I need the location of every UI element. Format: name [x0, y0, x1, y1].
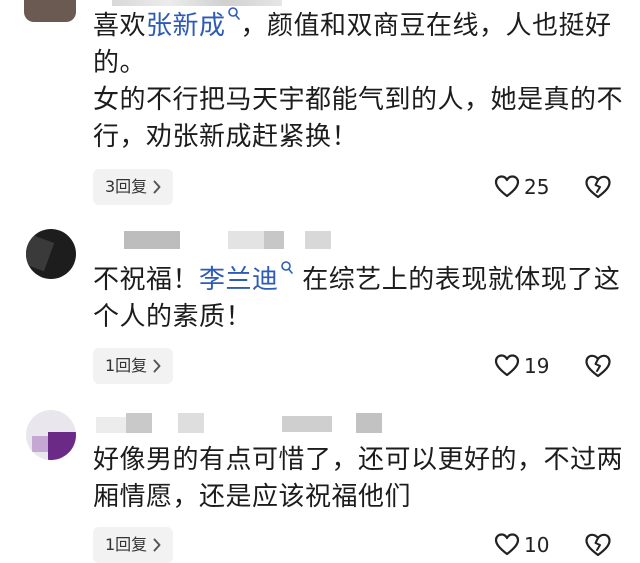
blurred-username [96, 417, 126, 433]
blurred-username [356, 413, 382, 433]
comment-text-segment: 不祝福！ [93, 265, 200, 295]
comment-text-line: 行，劝张新成赶紧换！ [93, 122, 359, 152]
broken-heart-icon [585, 175, 611, 199]
comment-text: 好像男的有点可惜了，还可以更好的，不过两 厢情愿，还是应该祝福他们 [93, 442, 623, 516]
reply-label: 1回复 [105, 535, 148, 554]
comment-text-segment: ，颜值和双商豆在线，人也挺好 [240, 11, 612, 41]
mention-name: 张新成 [146, 11, 226, 41]
heart-icon [494, 354, 520, 377]
broken-heart-icon [585, 533, 611, 557]
dislike-button[interactable] [584, 174, 614, 204]
chevron-right-icon [153, 538, 161, 552]
comment-text: 不祝福！李兰迪 在综艺上的表现就体现了这 个人的素质！ [93, 261, 620, 336]
like-button[interactable]: 19 [494, 351, 556, 381]
reply-button[interactable]: 3回复 [93, 169, 174, 205]
like-button[interactable]: 10 [494, 530, 556, 560]
like-count: 25 [524, 175, 550, 199]
like-count: 19 [524, 354, 550, 378]
comment-text-line: 个人的素质！ [93, 302, 253, 332]
mention-link[interactable]: 张新成 [146, 7, 241, 41]
comment-text-segment: 喜欢 [93, 11, 147, 41]
dislike-button[interactable] [584, 353, 614, 383]
blurred-username [282, 416, 332, 432]
mention-search-icon [227, 7, 240, 20]
blurred-username [124, 231, 180, 249]
reply-button[interactable]: 1回复 [93, 527, 174, 563]
dislike-button[interactable] [584, 532, 614, 562]
heart-icon [494, 175, 520, 198]
avatar[interactable] [26, 229, 76, 279]
like-count: 10 [524, 533, 550, 557]
like-button[interactable]: 25 [494, 172, 556, 202]
blurred-username [264, 231, 284, 249]
reply-label: 1回复 [105, 356, 148, 375]
heart-icon [494, 533, 520, 556]
chevron-right-icon [153, 180, 161, 194]
blurred-username [178, 413, 204, 433]
reply-button[interactable]: 1回复 [93, 348, 174, 384]
comment-text-line: 好像男的有点可惜了，还可以更好的，不过两 [93, 445, 624, 475]
avatar[interactable] [24, 0, 76, 22]
blurred-username [228, 231, 264, 249]
mention-name: 李兰迪 [199, 265, 279, 295]
comment-text-line: 的。 [93, 48, 147, 78]
comment-text-segment: 在综艺上的表现就体现了这 [302, 265, 621, 295]
blurred-username [112, 0, 282, 6]
blurred-username [126, 413, 152, 433]
comment-text: 喜欢张新成 ，颜值和双商豆在线，人也挺好 的。 女的不行把马天宇都能气到的人，她是… [93, 7, 623, 156]
mention-link[interactable]: 李兰迪 [199, 261, 294, 295]
mention-search-icon [280, 261, 293, 274]
chevron-right-icon [153, 359, 161, 373]
blurred-username [305, 231, 331, 249]
comment-text-line: 厢情愿，还是应该祝福他们 [93, 482, 412, 512]
broken-heart-icon [585, 354, 611, 378]
comment-text-line: 女的不行把马天宇都能气到的人，她是真的不 [93, 85, 624, 115]
reply-label: 3回复 [105, 177, 148, 196]
avatar[interactable] [26, 410, 76, 460]
